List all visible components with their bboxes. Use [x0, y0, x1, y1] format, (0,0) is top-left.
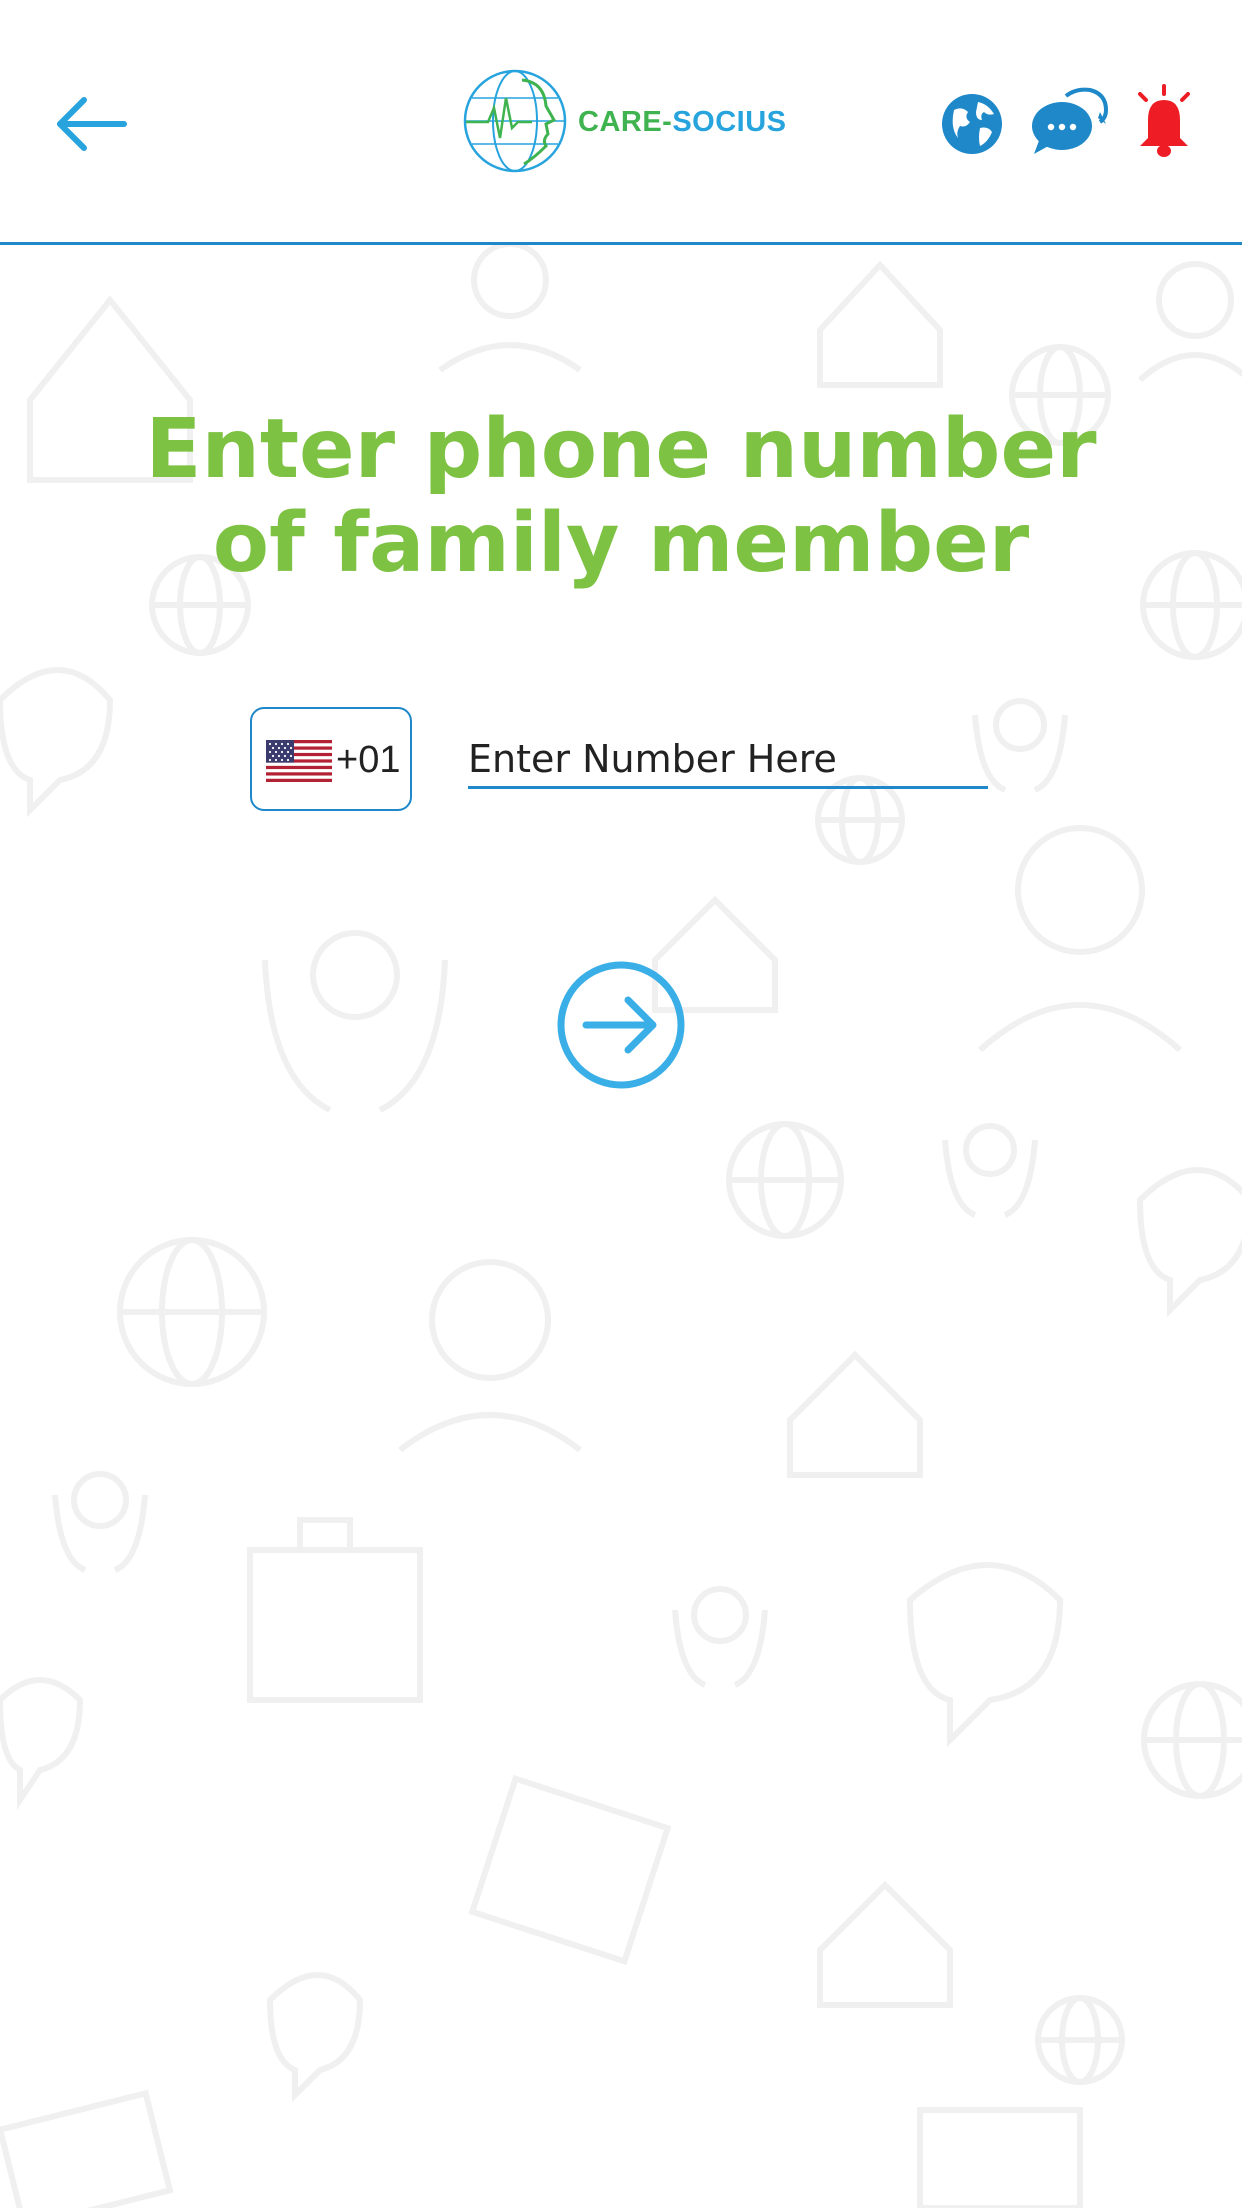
bg-care-hands-icon	[672, 1586, 768, 1688]
bg-globe-icon	[1140, 550, 1242, 660]
app-header: CARE-SOCIUS	[0, 0, 1242, 245]
language-button[interactable]	[940, 92, 1004, 156]
bg-alert-bubble-icon	[266, 1972, 364, 2103]
us-flag-icon	[266, 740, 332, 782]
bg-building-icon	[468, 1774, 672, 1966]
bg-care-hands-icon	[52, 1471, 148, 1573]
bg-globe-icon	[1035, 1995, 1125, 2085]
bg-globe-icon	[1141, 1681, 1242, 1799]
bg-person-icon	[1137, 261, 1242, 383]
bg-care-hands-icon	[942, 1123, 1038, 1218]
bg-alert-bubble-icon	[906, 1562, 1064, 1748]
bg-globe-icon	[117, 1237, 267, 1387]
brand-name: CARE-SOCIUS	[578, 106, 787, 139]
globe-icon	[942, 94, 1002, 154]
bg-house-icon	[787, 1350, 923, 1478]
globe-face-heartbeat-icon	[463, 69, 567, 173]
submit-button[interactable]	[556, 960, 686, 1090]
arrow-right-circle-icon	[557, 961, 685, 1089]
alerts-button[interactable]	[1134, 84, 1194, 160]
bg-alert-bubble-icon	[1136, 1167, 1242, 1318]
bg-building-icon	[247, 1517, 423, 1703]
phone-number-input[interactable]	[468, 731, 988, 789]
bg-house-icon	[817, 260, 943, 388]
bg-person-icon	[438, 241, 582, 373]
back-button[interactable]	[52, 92, 132, 156]
bg-person-icon	[977, 825, 1183, 1053]
brand-name-part2: SOCIUS	[672, 106, 787, 138]
alarm-bell-icon	[1138, 84, 1190, 157]
app-logo: CARE-SOCIUS	[462, 68, 792, 176]
bg-person-icon	[398, 1259, 582, 1453]
country-dial-code: +01	[336, 739, 401, 781]
bg-globe-icon	[815, 775, 905, 865]
bg-building-icon	[917, 2107, 1083, 2208]
bg-care-hands-icon	[972, 698, 1068, 793]
chat-bubbles-icon	[1032, 87, 1109, 154]
background-pattern	[0, 241, 1242, 2208]
bg-globe-icon	[726, 1121, 844, 1239]
bg-alert-bubble-icon	[0, 667, 114, 818]
bg-building-icon	[0, 2089, 174, 2208]
bg-care-hands-icon	[262, 930, 448, 1113]
messages-button[interactable]	[1030, 86, 1110, 156]
bg-house-icon	[817, 1880, 953, 2008]
country-code-selector[interactable]: +01	[250, 707, 412, 811]
brand-name-part1: CARE-	[578, 106, 673, 138]
arrow-left-icon	[57, 97, 127, 151]
bg-alert-bubble-icon	[0, 1677, 84, 1810]
page-title: Enter phone number of family member	[145, 402, 1097, 591]
